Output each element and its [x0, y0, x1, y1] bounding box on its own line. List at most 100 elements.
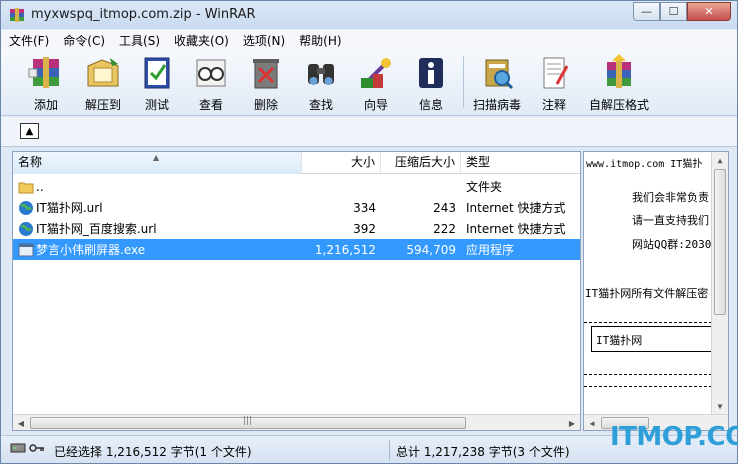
file-name: .. [36, 179, 44, 194]
view-button[interactable]: 查看 [185, 54, 237, 112]
menu-file[interactable]: 文件(F) [9, 32, 49, 49]
close-button[interactable]: ✕ [687, 2, 731, 21]
status-divider [389, 440, 390, 460]
comment-line: 请一直支持我们 [632, 214, 709, 227]
virus-scan-icon [478, 54, 516, 92]
test-button[interactable]: 测试 [131, 54, 183, 112]
extract-to-icon [84, 54, 122, 92]
file-size: 334 [353, 200, 376, 215]
watermark-logo: ITMOP.COM [610, 422, 738, 452]
file-row-selected[interactable]: 梦言小伟刷屏器.exe 1,216,512 594,709 应用程序 [13, 239, 580, 260]
archive-comment-panel: www.itmop.com IT猫扑 我们会非常负责 请一直支持我们 网站QQ群… [583, 151, 729, 431]
menu-bar: 文件(F) 命令(C) 工具(S) 收藏夹(O) 选项(N) 帮助(H) [1, 30, 737, 50]
add-label: 添加 [33, 98, 58, 112]
horizontal-scroll-thumb[interactable]: ||| [30, 416, 466, 429]
address-bar: ▲ [1, 117, 737, 147]
view-label: 查看 [198, 98, 223, 112]
key-icon[interactable] [29, 441, 45, 455]
file-size: 1,216,512 [314, 242, 376, 257]
menu-help[interactable]: 帮助(H) [299, 32, 341, 49]
info-button[interactable]: 信息 [405, 54, 457, 112]
column-name[interactable]: 名称 ▲ [13, 152, 302, 174]
menu-favorites[interactable]: 收藏夹(O) [174, 32, 229, 49]
sort-ascending-icon: ▲ [153, 153, 160, 162]
comment-vertical-scrollbar[interactable]: ▲ ▼ [711, 152, 728, 414]
virus-scan-label: 扫描病毒 [472, 98, 521, 112]
minimize-button[interactable]: — [633, 2, 660, 21]
title-bar[interactable]: myxwspq_itmop.com.zip - WinRAR — ☐ ✕ [1, 1, 737, 29]
internet-shortcut-icon [18, 200, 34, 216]
total-status: 总计 1,217,238 字节(3 个文件) [396, 445, 570, 459]
find-label: 查找 [308, 98, 333, 112]
file-row[interactable]: .. 文件夹 [13, 176, 580, 197]
delete-icon [247, 54, 285, 92]
column-packed[interactable]: 压缩后大小 [381, 152, 461, 174]
vertical-scroll-thumb[interactable] [714, 169, 726, 315]
file-rows: .. 文件夹 IT猫扑网.url 334 243 Internet 快捷方式 I… [13, 176, 580, 260]
extract-to-button[interactable]: 解压到 [74, 54, 132, 112]
comment-line: 网站QQ群:2030 [632, 238, 712, 251]
column-header: 名称 ▲ 大小 压缩后大小 类型 [13, 152, 580, 174]
scroll-left-icon[interactable]: ◀ [584, 415, 600, 430]
sfx-button[interactable]: 自解压格式 [584, 54, 654, 112]
delete-label: 删除 [253, 98, 278, 112]
scroll-right-icon[interactable]: ▶ [564, 415, 580, 431]
wizard-button[interactable]: 向导 [350, 54, 402, 112]
file-type: Internet 快捷方式 [466, 222, 566, 236]
find-button[interactable]: 查找 [295, 54, 347, 112]
comment-line: www.itmop.com IT猫扑 [586, 159, 703, 170]
extract-to-label: 解压到 [84, 98, 121, 112]
up-folder-icon: ▲ [25, 125, 34, 137]
info-label: 信息 [418, 98, 443, 112]
file-type: Internet 快捷方式 [466, 201, 566, 215]
toolbar: 添加 解压到 测试 查看 删除 查找 向导 信息 扫描病毒 注释 自解压格式 [1, 50, 737, 116]
comment-label: 注释 [541, 98, 566, 112]
find-icon [302, 54, 340, 92]
exe-icon [18, 242, 34, 258]
file-type: 文件夹 [466, 180, 503, 194]
info-icon [412, 54, 450, 92]
file-name: IT猫扑网.url [36, 201, 103, 215]
file-row[interactable]: IT猫扑网.url 334 243 Internet 快捷方式 [13, 197, 580, 218]
file-packed: 594,709 [406, 242, 456, 257]
wizard-label: 向导 [363, 98, 388, 112]
file-size: 392 [353, 221, 376, 236]
menu-commands[interactable]: 命令(C) [63, 32, 105, 49]
comment-line: IT猫扑网所有文件解压密 [585, 287, 709, 300]
comment-button[interactable]: 注释 [528, 54, 580, 112]
comment-divider [584, 322, 712, 323]
drive-icon[interactable] [10, 441, 26, 455]
maximize-button[interactable]: ☐ [660, 2, 687, 21]
add-button[interactable]: 添加 [20, 54, 72, 112]
column-name-label: 名称 [18, 155, 43, 169]
virus-scan-button[interactable]: 扫描病毒 [468, 54, 526, 112]
winrar-app-icon [9, 7, 25, 23]
folder-icon [18, 179, 34, 195]
file-row[interactable]: IT猫扑网_百度搜索.url 392 222 Internet 快捷方式 [13, 218, 580, 239]
file-name: 梦言小伟刷屏器.exe [36, 243, 146, 257]
comment-divider [584, 374, 712, 375]
menu-options[interactable]: 选项(N) [243, 32, 285, 49]
scroll-up-icon[interactable]: ▲ [712, 152, 728, 168]
file-list-horizontal-scrollbar[interactable]: ◀ ||| ▶ [13, 414, 580, 430]
toolbar-separator [463, 56, 464, 108]
comment-line: 我们会非常负责 [632, 191, 709, 204]
column-size[interactable]: 大小 [302, 152, 381, 174]
selection-status: 已经选择 1,216,512 字节(1 个文件) [54, 445, 252, 459]
menu-tools[interactable]: 工具(S) [119, 32, 160, 49]
add-archive-icon [27, 54, 65, 92]
scroll-left-icon[interactable]: ◀ [13, 415, 29, 431]
internet-shortcut-icon [18, 221, 34, 237]
sfx-icon [600, 54, 638, 92]
file-packed: 243 [433, 200, 456, 215]
file-list: 名称 ▲ 大小 压缩后大小 类型 .. 文件夹 IT猫扑网.url 334 24… [12, 151, 581, 431]
comment-box: IT猫扑网 [591, 326, 719, 352]
column-type[interactable]: 类型 [461, 152, 580, 174]
test-label: 测试 [144, 98, 169, 112]
window-title: myxwspq_itmop.com.zip - WinRAR [31, 7, 256, 22]
sfx-label: 自解压格式 [588, 98, 649, 112]
delete-button[interactable]: 删除 [240, 54, 292, 112]
up-folder-button[interactable]: ▲ [20, 123, 39, 139]
scroll-down-icon[interactable]: ▼ [712, 398, 728, 414]
file-packed: 222 [433, 221, 456, 236]
